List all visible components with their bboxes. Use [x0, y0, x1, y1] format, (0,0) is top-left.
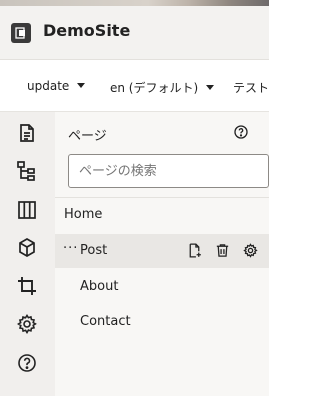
- tree-item-label: Contact: [80, 314, 131, 329]
- help-icon[interactable]: [233, 124, 249, 144]
- toolbar: update en (デフォルト) テスト: [0, 60, 269, 112]
- tree-item-post[interactable]: ··· Post: [55, 234, 269, 268]
- gear-icon[interactable]: [15, 312, 39, 336]
- columns-icon[interactable]: [15, 198, 39, 222]
- tree-item-home[interactable]: Home: [55, 198, 269, 232]
- update-label: update: [27, 79, 70, 93]
- panel-title: ページ: [68, 129, 107, 144]
- tree-item-contact[interactable]: Contact: [55, 305, 269, 339]
- add-page-icon[interactable]: [186, 242, 203, 259]
- delete-icon[interactable]: [214, 242, 231, 259]
- page-search-input[interactable]: [68, 154, 269, 188]
- update-dropdown[interactable]: update: [27, 79, 86, 93]
- language-label: en (デフォルト): [110, 81, 199, 95]
- site-title: DemoSite: [43, 21, 131, 40]
- chevron-down-icon: [77, 83, 86, 88]
- test-button[interactable]: テスト: [233, 79, 269, 96]
- cube-icon[interactable]: [15, 236, 39, 260]
- tree-item-label: Post: [80, 243, 108, 258]
- test-label: テスト: [233, 81, 270, 95]
- language-dropdown[interactable]: en (デフォルト): [110, 79, 215, 96]
- gear-icon[interactable]: [242, 242, 259, 259]
- tree-item-about[interactable]: About: [55, 270, 269, 304]
- pages-panel: ページ Home ··· Post About: [55, 112, 269, 396]
- tree-item-label: About: [80, 279, 119, 294]
- sidebar: [0, 112, 55, 396]
- hierarchy-icon[interactable]: [15, 159, 39, 183]
- drag-handle-icon[interactable]: ···: [63, 241, 78, 256]
- help-icon[interactable]: [15, 351, 39, 375]
- pages-icon[interactable]: [15, 122, 39, 146]
- chevron-down-icon: [206, 85, 215, 90]
- crop-icon[interactable]: [15, 274, 39, 298]
- site-logo-icon: [11, 23, 31, 43]
- tree-item-label: Home: [64, 207, 103, 222]
- site-header: DemoSite: [0, 6, 269, 60]
